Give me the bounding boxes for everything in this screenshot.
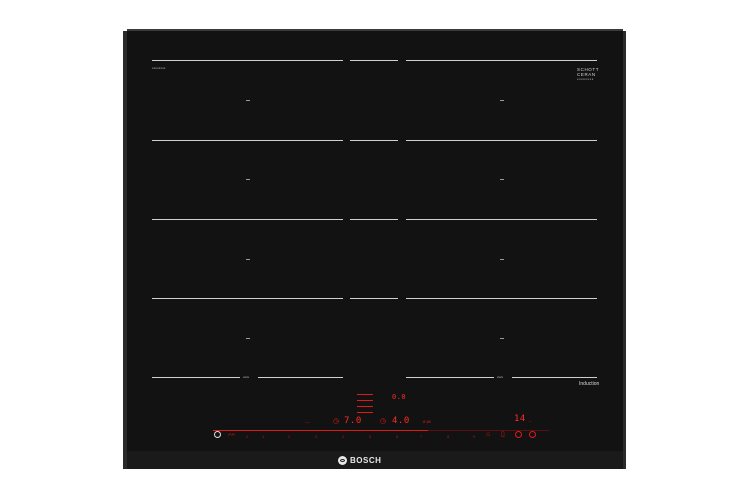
power-level-1[interactable]: 1 [262, 434, 264, 439]
power-slider-fill [213, 430, 428, 431]
power-level-5[interactable]: 5 [369, 434, 371, 439]
bosch-logo-icon [338, 455, 347, 465]
right-timer-suffix: ‒ [529, 418, 532, 423]
power-level-8[interactable]: 8 [447, 434, 449, 439]
frame-right [623, 31, 626, 469]
timer-icon[interactable] [515, 431, 522, 438]
zone-line-right-2 [406, 140, 597, 141]
zone-marker [500, 100, 504, 101]
level-bar [357, 400, 373, 401]
zone-marker [500, 338, 504, 339]
power-icon[interactable] [214, 431, 221, 438]
level-bar [357, 406, 373, 407]
zone-line-right-1 [406, 60, 597, 61]
zone-line-center-3 [350, 219, 398, 220]
level-bar [357, 412, 373, 413]
power-level-9[interactable]: 9 [473, 434, 475, 439]
power-level-3[interactable]: 3 [315, 434, 317, 439]
zone-line-center-2 [350, 140, 398, 141]
mode-icons[interactable]: 8 88 [423, 419, 431, 424]
power-level-6[interactable]: 6 [396, 434, 398, 439]
flex-line-right-a [406, 377, 494, 378]
cooktop-glass [127, 29, 623, 469]
zone-marker [500, 259, 504, 260]
zone-marker [246, 338, 250, 339]
timer-icon-center[interactable]: ◷ [380, 418, 386, 425]
center-level-display: 4.0 [392, 416, 410, 426]
bosch-logo-text: BOSCH [350, 455, 382, 465]
flex-label-left: xxxx [243, 375, 249, 379]
zone-marker [246, 259, 250, 260]
top-readout: 0.0 [392, 393, 407, 401]
zone-line-left-4 [152, 298, 343, 299]
bosch-logo: BOSCH [338, 454, 412, 466]
zone-line-right-4 [406, 298, 597, 299]
zone-line-left-2 [152, 140, 343, 141]
power-level-2[interactable]: 2 [288, 434, 290, 439]
zone-line-left-3 [152, 219, 343, 220]
boost-icon[interactable]: ᨓ [228, 431, 236, 438]
right-timer-display: 14 [514, 414, 526, 424]
flex-line-right-b [512, 377, 597, 378]
timer-icon-left[interactable]: ◷ [333, 418, 339, 425]
model-tag: xxxxxxxx [152, 66, 166, 70]
lock-icon[interactable]: ▯ [501, 431, 505, 438]
zone-marker [246, 179, 250, 180]
glass-brand-line3: xxxxxxxx [577, 77, 594, 81]
induction-label: Induction [579, 381, 600, 387]
power-level-0[interactable]: 0 [246, 434, 248, 439]
zone-line-center-4 [350, 298, 398, 299]
zone-line-center-1 [350, 60, 398, 61]
glass-brand: SCHOTT CERAN xxxxxxxx [577, 67, 599, 82]
power-level-4[interactable]: 4 [342, 434, 344, 439]
settings-icon[interactable] [529, 431, 536, 438]
flex-label-right: xxxx [497, 375, 503, 379]
level-bar [357, 394, 373, 395]
zone-marker [246, 100, 250, 101]
zone-marker [500, 179, 504, 180]
flex-line-left-a [152, 377, 240, 378]
left-timer-display: 7.0 [344, 416, 362, 426]
left-small-indicator: ‒‒ [305, 419, 310, 424]
power-level-7[interactable]: 7 [420, 434, 422, 439]
boost-plus-icon[interactable]: ⌂ [486, 431, 490, 438]
flex-line-left-b [258, 377, 343, 378]
zone-line-right-3 [406, 219, 597, 220]
zone-line-left-1 [152, 60, 343, 61]
